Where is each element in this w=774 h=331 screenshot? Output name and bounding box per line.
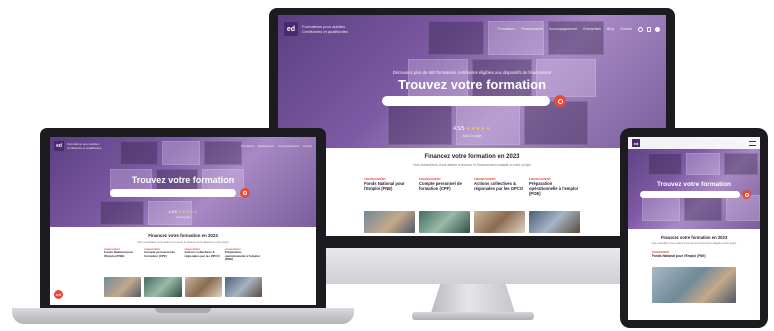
user-icon[interactable] [655, 26, 660, 32]
nav-link-contact[interactable]: Contact [303, 145, 312, 148]
search-button[interactable] [742, 190, 751, 199]
search-button[interactable] [240, 188, 250, 198]
card-photo [652, 267, 736, 303]
card-photo [364, 211, 415, 233]
rating: 4,5/5 ★★★★★ [453, 126, 491, 132]
hero-banner: ed Trouvez votre formation [628, 137, 760, 229]
section-title: Financez votre formation en 2023 [424, 154, 520, 160]
search-input[interactable] [382, 96, 550, 106]
hero-kicker: Découvrez plus de 600 formations certifi… [392, 70, 552, 75]
search-button[interactable] [554, 95, 566, 107]
card-fne[interactable]: Financement Fonds National pour l'Emploi… [364, 177, 415, 233]
brand-tagline: Formations pour adultes Certifiantes et … [67, 142, 102, 150]
rating-stars: ★★★★★ [177, 210, 198, 214]
device-mockup-stage: ed Formations pour adultes Certifiantes … [0, 0, 774, 331]
financing-cards: Financement Fonds National pour l'Emploi… [104, 249, 262, 297]
card-opco[interactable]: Financement Actions collectives & région… [184, 249, 222, 297]
search-input[interactable] [640, 191, 740, 198]
financing-cards: Financement Fonds National pour l'Emploi… [364, 177, 580, 233]
hero-title: Trouvez votre formation [397, 77, 547, 92]
card-photo [184, 277, 222, 297]
tablet-screen: ed Trouvez votre formation Financez votr… [628, 137, 760, 320]
card-cpf[interactable]: Financement Compte personnel de formatio… [419, 177, 470, 233]
rating-stars: ★★★★★ [465, 126, 491, 132]
rating: 4,5/5 ★★★★★ [168, 210, 198, 214]
card-poe[interactable]: Financement Préparation opérationnelle à… [529, 177, 580, 233]
search-input[interactable] [110, 189, 236, 197]
nav-link-financements[interactable]: Financements [258, 145, 274, 148]
brand-tagline: Formations pour adultes Certifiantes et … [302, 24, 349, 34]
search-icon [744, 192, 749, 197]
laptop-notch [155, 308, 211, 313]
site-logo[interactable]: ed [632, 139, 640, 147]
laptop-screen: ed Formations pour adultes Certifiantes … [50, 137, 316, 305]
nav-link-blog[interactable]: Blog [607, 27, 614, 31]
hero-title: Trouvez votre formation [131, 175, 235, 185]
card-fne[interactable]: Financement Fonds National pour l'Emploi… [652, 251, 736, 303]
nav-link-accompagnement[interactable]: Accompagnement [549, 27, 577, 31]
hero-banner: ed Formations pour adultes Certifiantes … [50, 137, 316, 227]
phone-icon[interactable] [647, 26, 651, 32]
site-logo[interactable]: ed [54, 141, 64, 151]
section-title: Financez votre formation en 2023 [660, 235, 728, 240]
imac-screen: ed Formations pour adultes Certifiantes … [278, 15, 666, 236]
nav-link-accompagnement[interactable]: Accompagnement [278, 145, 299, 148]
card-poe[interactable]: Financement Préparation opérationnelle à… [224, 249, 262, 297]
nav-link-contact[interactable]: Contact [620, 27, 632, 31]
card-photo [474, 211, 525, 233]
menu-icon[interactable] [749, 140, 756, 146]
hero-banner: ed Formations pour adultes Certifiantes … [278, 15, 666, 148]
site-logo[interactable]: ed [284, 22, 298, 36]
card-photo [419, 211, 470, 233]
card-opco[interactable]: Financement Actions collectives & région… [474, 177, 525, 233]
card-photo [529, 211, 580, 233]
section-subtitle: Nos conseillers vous aident à trouver le… [413, 163, 531, 167]
section-subtitle: Nos conseillers vous aident à trouver le… [651, 242, 737, 245]
chat-badge[interactable]: ed [54, 290, 63, 299]
search-icon[interactable] [638, 26, 643, 32]
card-photo [144, 277, 182, 297]
card-fne[interactable]: Financement Fonds National pour l'Emploi… [104, 249, 142, 297]
card-photo [104, 277, 142, 297]
card-photo [224, 277, 262, 297]
hero-title: Trouvez votre formation [656, 181, 732, 188]
section-subtitle: Nos conseillers vous aident à trouver le… [137, 240, 229, 244]
search-icon [243, 191, 247, 195]
imac-chin [269, 248, 675, 284]
card-cpf[interactable]: Financement Compte personnel de formatio… [144, 249, 182, 297]
search-icon [557, 98, 563, 104]
nav-link-entreprises[interactable]: Entreprises [583, 27, 601, 31]
rating-source: Avis Google [175, 215, 191, 219]
rating-source: Avis Google [462, 134, 482, 138]
imac-foot [412, 312, 534, 320]
nav-link-formations[interactable]: Formations [241, 145, 254, 148]
section-title: Financez votre formation en 2023 [148, 233, 218, 238]
nav-link-formations[interactable]: Formations [498, 27, 516, 31]
nav-link-financements[interactable]: Financements [521, 27, 543, 31]
